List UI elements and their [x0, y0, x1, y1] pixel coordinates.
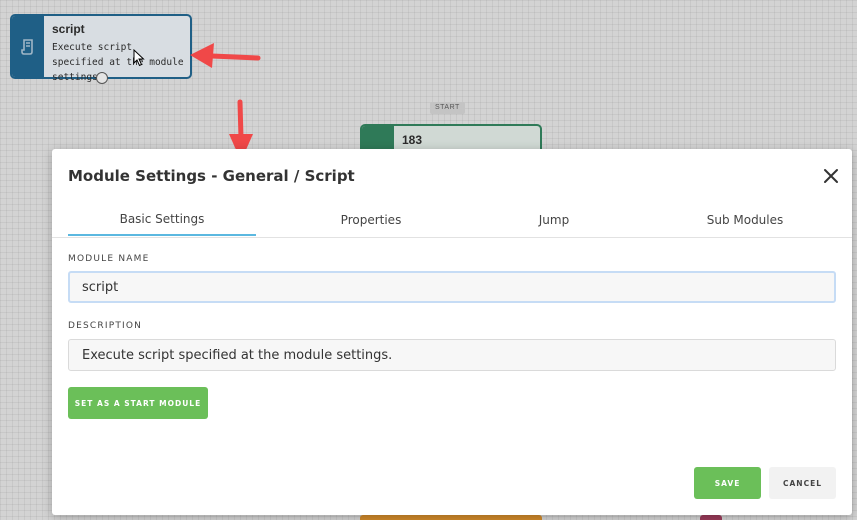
tab-sub-modules[interactable]: Sub Modules — [652, 203, 838, 236]
cancel-button[interactable]: CANCEL — [769, 467, 836, 499]
close-icon[interactable] — [822, 167, 840, 185]
start-node-title: 183 — [402, 133, 423, 147]
modal-title: Module Settings - General / Script — [68, 167, 355, 185]
script-node-output-port[interactable] — [96, 72, 108, 84]
description-label: DESCRIPTION — [68, 321, 143, 331]
start-badge: START — [430, 102, 465, 114]
hidden-node-bottom-left — [360, 515, 542, 520]
script-node-title: script — [52, 22, 85, 36]
module-settings-modal: Module Settings - General / Script Basic… — [52, 149, 852, 515]
mouse-cursor-icon — [133, 49, 145, 67]
script-scroll-icon — [21, 38, 33, 55]
module-name-input[interactable] — [68, 271, 836, 303]
set-as-start-module-button[interactable]: SET AS A START MODULE — [68, 387, 208, 419]
script-node[interactable]: script Execute script specified at the m… — [10, 14, 192, 84]
tab-bar: Basic Settings Properties Jump Sub Modul… — [52, 203, 852, 238]
tab-basic-settings[interactable]: Basic Settings — [68, 203, 256, 236]
script-node-description: Execute script specified at the module s… — [52, 42, 184, 83]
description-input[interactable] — [68, 339, 836, 371]
tab-properties[interactable]: Properties — [276, 203, 466, 236]
save-button[interactable]: SAVE — [694, 467, 761, 499]
tab-jump[interactable]: Jump — [462, 203, 646, 236]
module-name-label: MODULE NAME — [68, 254, 150, 264]
script-node-bar — [12, 16, 44, 77]
annotation-arrow-left-icon — [190, 43, 261, 68]
hidden-node-bottom-right — [700, 515, 722, 520]
